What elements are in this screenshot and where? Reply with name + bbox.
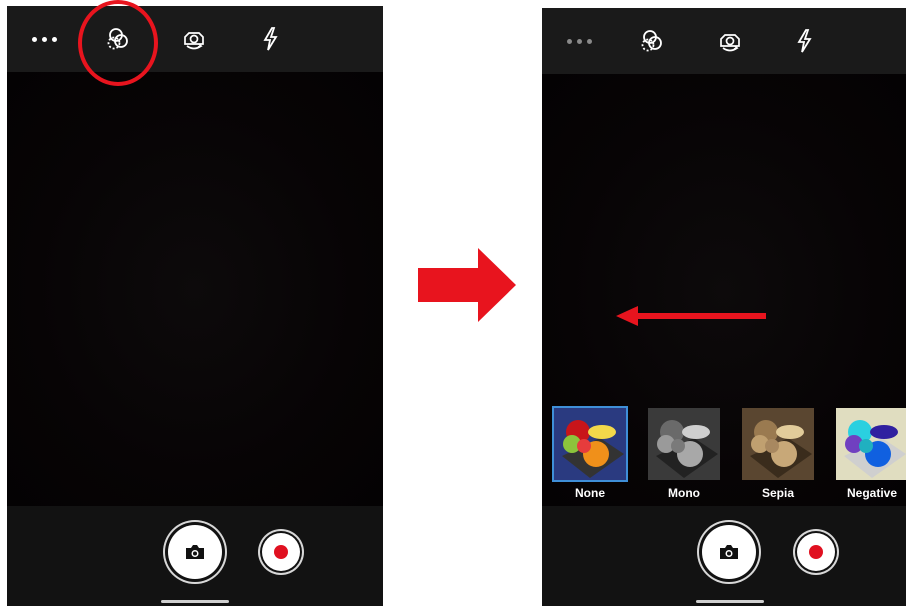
filter-circles-icon — [641, 30, 662, 52]
more-dots-icon — [566, 38, 592, 44]
switch-camera-button[interactable] — [715, 26, 745, 56]
filter-option-negative[interactable]: Negative — [834, 406, 906, 500]
filter-thumbnail — [740, 406, 816, 482]
filter-option-none[interactable]: None — [552, 406, 628, 500]
filter-thumbnail — [834, 406, 906, 482]
switch-camera-button[interactable] — [179, 24, 209, 54]
top-toolbar — [7, 6, 383, 72]
fruit-bowl-mono-image — [648, 408, 720, 480]
filter-label: Sepia — [761, 486, 794, 500]
camera-icon — [720, 545, 738, 559]
flash-button[interactable] — [789, 26, 819, 56]
more-options-button[interactable] — [564, 26, 594, 56]
home-indicator — [161, 600, 229, 603]
bottom-controls — [542, 506, 906, 606]
record-video-button[interactable] — [262, 533, 300, 571]
filter-thumbnail — [646, 406, 722, 482]
bottom-controls — [7, 506, 383, 606]
camera-icon — [186, 545, 204, 559]
record-dot-icon — [274, 545, 288, 559]
fruit-bowl-image — [554, 408, 626, 480]
transition-arrow-icon — [418, 248, 516, 322]
switch-camera-icon — [184, 32, 204, 50]
record-dot-icon — [809, 545, 823, 559]
shutter-button[interactable] — [168, 525, 222, 579]
filter-strip: None Mono Sepia Negative — [550, 406, 906, 502]
flash-button[interactable] — [255, 24, 285, 54]
filter-label: Mono — [668, 486, 700, 500]
top-toolbar — [542, 8, 906, 74]
home-indicator — [696, 600, 764, 603]
filter-option-mono[interactable]: Mono — [646, 406, 722, 500]
more-options-button[interactable] — [29, 24, 59, 54]
fruit-bowl-sepia-image — [742, 408, 814, 480]
filter-thumbnail — [552, 406, 628, 482]
right-phone-screen: None Mono Sepia Negative — [542, 8, 906, 606]
switch-camera-icon — [720, 34, 740, 52]
camera-viewfinder[interactable] — [7, 72, 383, 506]
flash-icon — [263, 27, 278, 51]
more-dots-icon — [31, 36, 57, 42]
swipe-left-arrow-icon — [616, 306, 766, 326]
filter-option-sepia[interactable]: Sepia — [740, 406, 816, 500]
flash-icon — [797, 29, 812, 53]
filter-highlight-circle — [78, 0, 158, 86]
left-phone-screen — [7, 6, 383, 606]
filter-button[interactable] — [637, 26, 667, 56]
filter-label: None — [575, 486, 605, 500]
record-video-button[interactable] — [797, 533, 835, 571]
filter-label: Negative — [846, 486, 898, 500]
shutter-button[interactable] — [702, 525, 756, 579]
fruit-bowl-negative-image — [836, 408, 906, 480]
